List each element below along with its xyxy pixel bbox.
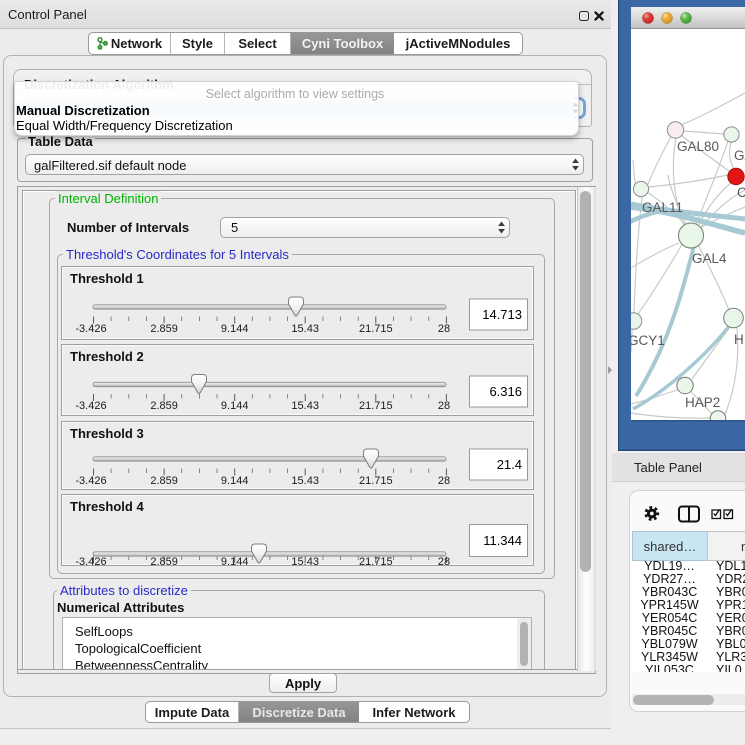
svg-text:C: C — [737, 185, 745, 200]
svg-text:Threshold 2: Threshold 2 — [70, 349, 144, 364]
svg-text:2.859: 2.859 — [150, 475, 178, 487]
svg-text:-3.426: -3.426 — [75, 475, 106, 487]
svg-text:-3.426: -3.426 — [75, 556, 106, 566]
svg-text:6.316: 6.316 — [489, 384, 522, 399]
svg-text:9.144: 9.144 — [221, 556, 249, 566]
svg-text:GA: GA — [734, 148, 745, 163]
svg-text:H: H — [734, 332, 744, 347]
svg-text:-3.426: -3.426 — [75, 400, 106, 412]
svg-text:9.144: 9.144 — [221, 400, 249, 412]
svg-text:15.43: 15.43 — [291, 475, 319, 487]
svg-text:21.715: 21.715 — [359, 400, 393, 412]
svg-text:15.43: 15.43 — [291, 556, 319, 566]
svg-text:9.144: 9.144 — [221, 475, 249, 487]
svg-text:21.4: 21.4 — [497, 457, 522, 472]
svg-text:Threshold 1: Threshold 1 — [70, 271, 144, 286]
svg-text:28: 28 — [438, 400, 450, 412]
svg-text:21.715: 21.715 — [359, 475, 393, 487]
svg-text:-3.426: -3.426 — [75, 323, 106, 335]
svg-text:GAL4: GAL4 — [692, 251, 727, 266]
svg-text:2.859: 2.859 — [150, 400, 178, 412]
svg-text:14.713: 14.713 — [482, 307, 522, 322]
svg-text:28: 28 — [438, 475, 450, 487]
svg-text:Threshold 4: Threshold 4 — [70, 499, 144, 514]
svg-text:11.344: 11.344 — [483, 533, 522, 548]
svg-text:GAL11: GAL11 — [642, 200, 683, 215]
svg-text:9.144: 9.144 — [221, 323, 249, 335]
svg-text:GCY1: GCY1 — [628, 333, 665, 348]
svg-text:HAP2: HAP2 — [685, 395, 720, 410]
svg-text:28: 28 — [438, 556, 450, 566]
svg-text:21.715: 21.715 — [359, 556, 393, 566]
svg-text:GAL80: GAL80 — [677, 139, 719, 154]
svg-text:28: 28 — [438, 323, 450, 335]
svg-text:2.859: 2.859 — [150, 556, 178, 566]
svg-text:2.859: 2.859 — [150, 323, 178, 335]
svg-text:15.43: 15.43 — [291, 400, 319, 412]
svg-text:15.43: 15.43 — [291, 323, 319, 335]
svg-text:Threshold 3: Threshold 3 — [70, 426, 144, 441]
svg-text:21.715: 21.715 — [359, 323, 393, 335]
